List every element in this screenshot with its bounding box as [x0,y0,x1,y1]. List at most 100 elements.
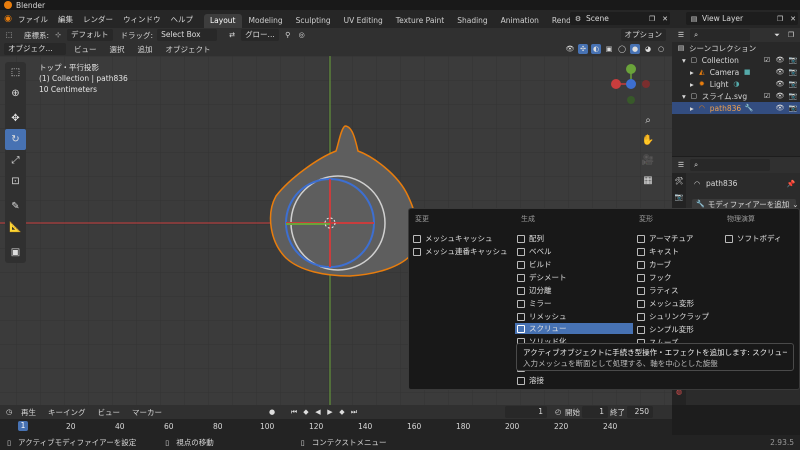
menu-keying[interactable]: キーイング [43,407,91,418]
scene-selector[interactable]: ⚙ Scene ❐ ✕ [570,12,670,25]
transform-pivot-icon[interactable]: ⇄ [227,30,237,40]
eye-icon[interactable]: 👁 [775,79,785,89]
render-camera-icon[interactable]: 📷 [788,103,798,113]
tab-uv-editing[interactable]: UV Editing [338,14,389,28]
wireframe-shading-icon[interactable]: ◯ [617,44,627,54]
next-keyframe-icon[interactable]: ◆ [337,407,347,417]
jump-start-icon[interactable]: ⏮ [289,407,299,417]
menu-item-lattice[interactable]: ラティス [637,285,723,296]
select-box-icon[interactable]: ⬚ [5,62,26,83]
render-camera-icon[interactable]: 📷 [788,67,798,77]
menu-add[interactable]: 追加 [133,44,158,55]
move-icon[interactable]: ✥ [5,108,26,129]
eye-icon[interactable]: 👁 [775,91,785,101]
new-collection-icon[interactable]: ❐ [786,30,796,40]
blender-menu-icon[interactable]: ◉ [3,14,13,24]
eye-icon[interactable]: 👁 [775,67,785,77]
playhead[interactable]: 1 [18,421,28,431]
cursor-icon[interactable]: ⊕ [5,83,26,104]
expand-chevron-icon[interactable]: ▸ [690,104,694,113]
menu-item-curve[interactable]: カーブ [637,259,723,270]
render-camera-icon[interactable]: 📷 [788,55,798,65]
filter-icon[interactable]: ⏷ [772,30,782,40]
menu-item-armature[interactable]: アーマチュア [637,233,723,244]
play-icon[interactable]: ▶ [325,407,335,417]
outliner-search[interactable]: ⌕ [690,29,750,41]
tab-animation[interactable]: Animation [495,14,545,28]
menu-item-soft-body[interactable]: ソフトボディ [725,233,797,244]
orientation-dropdown[interactable]: デフォルト [67,29,113,41]
menu-playback[interactable]: 再生 [16,407,41,418]
perspective-grid-icon[interactable]: ▦ [640,170,656,190]
add-cube-icon[interactable]: ▣ [5,242,26,263]
jump-end-icon[interactable]: ⏭ [349,407,359,417]
menu-item-mesh-seq-cache[interactable]: メッシュ連番キャッシュ [413,246,513,257]
stopwatch-icon[interactable]: ◴ [553,407,563,417]
options-dropdown[interactable]: オプション [620,29,666,41]
properties-search[interactable]: ⌕ [690,159,770,171]
pan-hand-icon[interactable]: ✋ [640,130,656,150]
menu-file[interactable]: ファイル [13,14,53,25]
clock-icon[interactable]: ◷ [4,407,14,417]
end-frame-field[interactable]: 250 [627,406,653,418]
outliner-scene-collection[interactable]: ▤ シーンコレクション [672,42,800,54]
menu-item-weld[interactable]: 溶接 [517,375,633,386]
drag-dropdown[interactable]: Select Box [157,29,218,41]
tab-modeling[interactable]: Modeling [243,14,289,28]
menu-select[interactable]: 選択 [105,44,130,55]
menu-item-edge-split[interactable]: 辺分離 [517,285,633,296]
expand-chevron-icon[interactable]: ▸ [690,80,694,89]
outliner-item-path836[interactable]: ▸ ◠ path836 🔧 👁 📷 [672,102,800,114]
annotate-icon[interactable]: ✎ [5,196,26,217]
current-frame-field[interactable]: 1 [505,406,547,418]
gizmo-toggle-icon[interactable]: ✣ [578,44,588,54]
copy-scene-icon[interactable]: ❐ [647,14,657,24]
menu-view[interactable]: ビュー [69,44,102,55]
menu-marker[interactable]: マーカー [127,407,167,418]
pin-icon[interactable]: 📌 [786,179,796,189]
tab-layout[interactable]: Layout [204,14,242,28]
menu-item-mesh-cache[interactable]: メッシュキャッシュ [413,233,513,244]
view-layer-selector[interactable]: ▤ View Layer ❐ ✕ [686,12,798,25]
menu-item-remesh[interactable]: リメッシュ [517,311,633,322]
render-camera-icon[interactable]: 📷 [788,91,798,101]
menu-item-array[interactable]: 配列 [517,233,633,244]
editor-type-icon[interactable]: ☰ [676,160,686,170]
frame-ruler[interactable]: 1 20 40 60 80 100 120 140 160 180 200 22… [0,419,672,435]
start-frame-field[interactable]: 1 [582,406,608,418]
transform-icon[interactable]: ⊡ [5,171,26,192]
tool-tab-icon[interactable]: 🛠 [674,176,684,186]
menu-item-mesh-deform[interactable]: メッシュ変形 [637,298,723,309]
editor-type-icon[interactable]: ☰ [676,30,686,40]
expand-chevron-icon[interactable]: ▾ [682,92,686,101]
tab-shading[interactable]: Shading [451,14,493,28]
xray-icon[interactable]: ▣ [604,44,614,54]
delete-scene-icon[interactable]: ✕ [660,14,670,24]
menu-object[interactable]: オブジェクト [161,44,216,55]
outliner-item-svg-collection[interactable]: ▾ ▢ スライム.svg ☑ 👁 📷 [672,90,800,102]
menu-item-simple-deform[interactable]: シンプル変形 [637,324,723,335]
play-reverse-icon[interactable]: ◀ [313,407,323,417]
outliner-item-collection[interactable]: ▾ ▢ Collection ☑ 👁 📷 [672,54,800,66]
prev-keyframe-icon[interactable]: ◆ [301,407,311,417]
menu-item-cast[interactable]: キャスト [637,246,723,257]
menu-item-screw[interactable]: スクリュー [515,323,633,334]
mode-dropdown[interactable]: オブジェク... [4,43,66,55]
tab-texture-paint[interactable]: Texture Paint [390,14,450,28]
menu-help[interactable]: ヘルプ [166,14,199,25]
menu-window[interactable]: ウィンドウ [118,14,166,25]
camera-view-icon[interactable]: 🎥 [640,150,656,170]
rendered-shading-icon[interactable]: ○ [656,44,666,54]
tab-sculpting[interactable]: Sculpting [290,14,337,28]
pivot-dropdown[interactable]: グロー... [241,29,279,41]
outliner-item-light[interactable]: ▸ ✹ Light ◑ 👁 📷 [672,78,800,90]
menu-item-shrinkwrap[interactable]: シュリンクラップ [637,311,723,322]
material-shading-icon[interactable]: ◕ [643,44,653,54]
scale-icon[interactable]: ⤢ [5,150,26,171]
menu-render[interactable]: レンダー [78,14,118,25]
outliner-item-camera[interactable]: ▸ ◭ Camera ■ 👁 📷 [672,66,800,78]
eye-icon[interactable]: 👁 [775,55,785,65]
render-tab-icon[interactable]: 📷 [674,192,684,202]
exclude-checkbox-icon[interactable]: ☑ [762,91,772,101]
zoom-icon[interactable]: ⌕ [640,110,656,130]
